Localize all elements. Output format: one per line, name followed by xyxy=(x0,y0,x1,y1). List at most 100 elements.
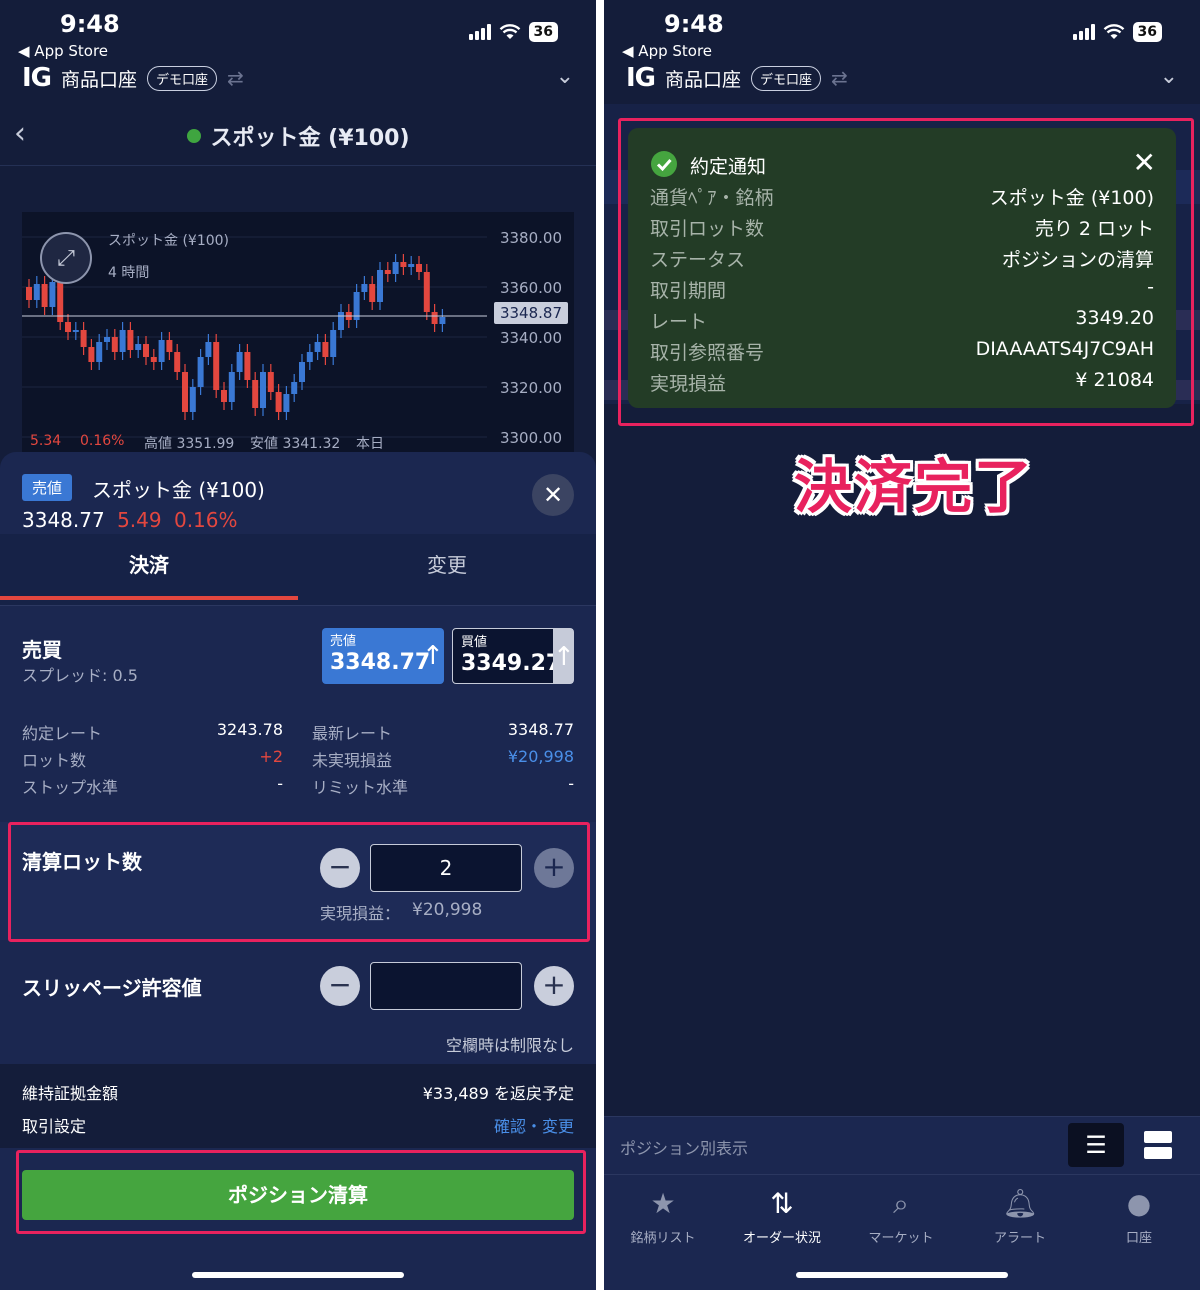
signal-icon xyxy=(1072,24,1095,40)
sheet-price: 3348.77 xyxy=(22,508,105,532)
candle-body xyxy=(80,330,87,347)
close-icon[interactable]: ✕ xyxy=(532,474,574,516)
demo-badge: デモ口座 xyxy=(751,65,822,91)
slippage-note: 空欄時は制限なし xyxy=(445,1036,574,1055)
tab-order-status[interactable]: ⇅ オーダー状況 xyxy=(723,1187,841,1246)
candle-body xyxy=(299,362,305,382)
candle-body xyxy=(260,372,266,408)
status-time: 9:48 xyxy=(664,10,724,38)
card-view-icon[interactable] xyxy=(1144,1131,1172,1159)
back-to-app-store[interactable]: ◀ App Store xyxy=(622,42,712,60)
candle-body xyxy=(408,264,415,267)
candle-body xyxy=(166,340,173,352)
detail-label: 最新レート xyxy=(312,724,393,743)
plus-icon[interactable]: + xyxy=(534,966,574,1006)
highlight-box xyxy=(618,118,1194,426)
candle-body xyxy=(65,322,71,332)
candle-body xyxy=(213,342,220,390)
demo-badge: デモ口座 xyxy=(147,65,218,91)
tab-settle[interactable]: 決済 xyxy=(0,534,298,600)
candle-body xyxy=(330,330,337,357)
candle-body xyxy=(197,357,204,387)
candle-body xyxy=(182,372,188,412)
buy-price-value: 3349.27 xyxy=(461,651,562,676)
candle-body xyxy=(400,262,407,267)
y-tick: 3300.00 xyxy=(499,429,562,447)
price-chart[interactable]: ⤢ スポット金 (¥100) 4 時間 3380.00 3360.00 3348… xyxy=(22,212,574,452)
battery-icon: 36 xyxy=(528,22,558,42)
candle-body xyxy=(150,357,157,362)
account-selector[interactable]: IG 商品口座 デモ口座 ⇄ xyxy=(626,62,848,94)
tab-label: 口座 xyxy=(1125,1231,1152,1246)
chevron-down-icon[interactable]: ⌄ xyxy=(556,64,574,89)
detail-label: 未実現損益 xyxy=(312,751,393,770)
candle-body xyxy=(228,372,235,402)
detail-label: リミット水準 xyxy=(312,778,409,797)
candle-body xyxy=(252,380,259,408)
candle-body xyxy=(135,344,142,350)
wifi-icon xyxy=(499,24,520,39)
candle-body xyxy=(111,337,118,352)
tab-label: オーダー状況 xyxy=(742,1231,821,1246)
detail-value: +2 xyxy=(259,747,283,766)
back-to-app-store[interactable]: ◀ App Store xyxy=(18,42,108,60)
candle-body xyxy=(104,337,110,342)
account-icon: ● xyxy=(1126,1187,1152,1220)
candle-body xyxy=(143,344,149,357)
nav-bar: ‹ スポット金 (¥100) xyxy=(0,104,596,166)
sell-price-button[interactable]: 売値 3348.77 ↑ xyxy=(322,628,444,684)
candle-body xyxy=(314,342,321,352)
candle-body xyxy=(33,284,40,300)
spread-label: スプレッド: 0.5 xyxy=(22,666,138,685)
sell-price-value: 3348.77 xyxy=(330,650,431,675)
arrow-up-icon: ↑ xyxy=(422,641,444,671)
tab-label: アラート xyxy=(993,1231,1046,1246)
tab-alerts[interactable]: 🔔︎ アラート xyxy=(961,1187,1079,1246)
slippage-input[interactable] xyxy=(370,962,522,1010)
home-indicator xyxy=(796,1272,1008,1278)
detail-label: ストップ水準 xyxy=(22,778,119,797)
detail-value: - xyxy=(277,774,283,793)
detail-label: 約定レート xyxy=(22,724,103,743)
y-tick: 3360.00 xyxy=(499,279,562,297)
candle-body xyxy=(158,340,165,362)
y-tick: 3320.00 xyxy=(499,379,562,397)
status-time: 9:48 xyxy=(60,10,120,38)
swap-icon[interactable]: ⇄ xyxy=(227,66,244,90)
minus-icon[interactable]: − xyxy=(320,966,360,1006)
bell-icon: 🔔︎ xyxy=(1002,1187,1038,1220)
detail-value: 3348.77 xyxy=(507,720,574,739)
candle-body xyxy=(72,330,79,332)
status-bar: 9:48 ◀ App Store 36 xyxy=(604,0,1200,60)
settings-label: 取引設定 xyxy=(22,1117,87,1136)
wifi-icon xyxy=(1103,24,1124,39)
expand-icon[interactable]: ⤢ xyxy=(40,232,92,284)
account-name: 商品口座 xyxy=(61,68,138,91)
chevron-down-icon[interactable]: ⌄ xyxy=(1160,64,1178,89)
sheet-tabs: 決済 変更 xyxy=(0,534,596,606)
sell-badge: 売値 xyxy=(22,474,73,501)
swap-icon[interactable]: ⇄ xyxy=(831,66,848,90)
search-icon: ⌕ xyxy=(893,1187,909,1220)
list-view-icon[interactable]: ☰ xyxy=(1068,1123,1124,1167)
status-icons: 36 xyxy=(1072,22,1162,42)
account-name: 商品口座 xyxy=(665,68,742,91)
trade-label: 売買 xyxy=(22,638,62,662)
tab-account[interactable]: ● 口座 xyxy=(1080,1187,1198,1246)
tab-market[interactable]: ⌕ マーケット xyxy=(842,1187,960,1246)
candlestick-svg xyxy=(22,236,487,438)
tab-watchlist[interactable]: ★ 銘柄リスト xyxy=(604,1187,722,1246)
ig-logo: IG xyxy=(22,63,52,93)
buy-price-button[interactable]: 買値 3349.27 ↑ xyxy=(452,628,575,684)
page-title-text: スポット金 (¥100) xyxy=(210,126,410,151)
candle-body xyxy=(119,330,126,352)
chart-change: 5.34 xyxy=(30,433,62,449)
order-status-screen: 9:48 ◀ App Store 36 IG 商品口座 デモ口座 ⇄ ⌄ 約定通… xyxy=(604,0,1200,1290)
candle-body xyxy=(283,394,290,412)
account-selector[interactable]: IG 商品口座 デモ口座 ⇄ xyxy=(22,62,244,94)
tab-change[interactable]: 変更 xyxy=(298,534,596,596)
settings-link[interactable]: 確認・変更 xyxy=(494,1113,574,1137)
highlight-box xyxy=(8,822,590,942)
status-bar: 9:48 ◀ App Store 36 xyxy=(0,0,596,60)
star-icon: ★ xyxy=(650,1187,676,1220)
